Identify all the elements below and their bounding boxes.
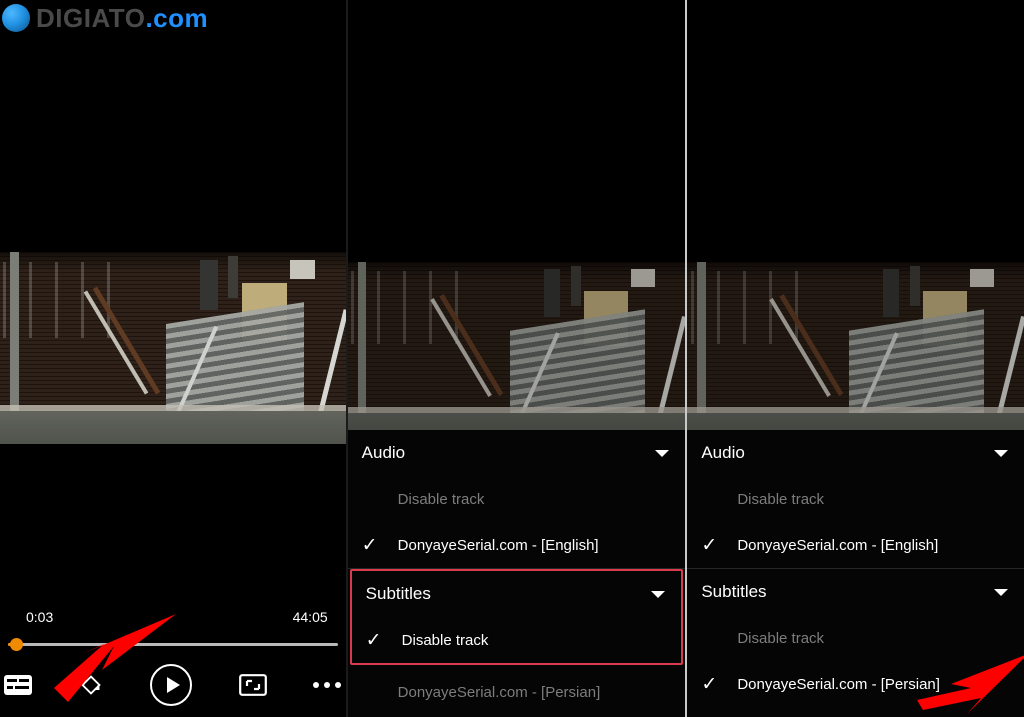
total-duration: 44:05 <box>292 609 328 625</box>
subtitle-option-disable[interactable]: ✓ Disable track <box>687 615 1024 661</box>
seek-bar[interactable] <box>8 638 338 651</box>
panel-player: DIGIATO.com 0:03 44:05 <box>0 0 346 717</box>
check-icon: ✓ <box>362 683 398 702</box>
globe-icon <box>2 4 30 32</box>
persian-subtitle-option[interactable]: ✓ DonyayeSerial.com - [Persian] <box>687 661 1024 707</box>
option-label: DonyayeSerial.com - [Persian] <box>397 683 601 701</box>
section-header-audio[interactable]: Audio <box>687 430 1024 476</box>
time-row: 0:03 44:05 <box>0 609 346 631</box>
option-label: DonyayeSerial.com - [Persian] <box>737 675 940 693</box>
watermark-text: DIGIATO.com <box>36 5 208 31</box>
option-label: Disable track <box>401 631 489 649</box>
control-button-row <box>0 659 346 711</box>
check-icon: ✓ <box>365 629 382 651</box>
current-time: 0:03 <box>26 609 54 625</box>
section-subtitles-highlight: Subtitles ✓ Disable track <box>349 569 684 665</box>
aspect-fit-button[interactable] <box>232 665 274 705</box>
section-audio: Audio ✓ Disable track ✓ DonyayeSerial.co… <box>348 430 686 568</box>
watermark-tld: .com <box>145 3 209 33</box>
more-dots-icon <box>313 682 342 688</box>
section-title: Subtitles <box>701 582 767 601</box>
section-header-subtitles[interactable]: Subtitles <box>352 571 682 617</box>
chevron-down-icon[interactable] <box>994 450 1009 457</box>
play-button[interactable] <box>150 664 193 706</box>
track-selection-menu-middle: Audio ✓ Disable track ✓ DonyayeSerial.co… <box>347 430 686 717</box>
scene-dim-2 <box>347 262 686 444</box>
player-controls: 0:03 44:05 <box>0 605 346 717</box>
option-label: DonyayeSerial.com - [English] <box>737 536 939 554</box>
option-label: Disable track <box>737 490 825 508</box>
fit-screen-icon <box>239 674 268 696</box>
check-icon: ✓ <box>701 629 737 648</box>
section-title: Audio <box>361 443 406 462</box>
check-icon: ✓ <box>361 534 378 556</box>
video-scene-3 <box>687 262 1024 444</box>
chevron-down-icon[interactable] <box>994 589 1009 596</box>
section-header-audio[interactable]: Audio <box>348 430 686 476</box>
scene-tint <box>0 252 346 444</box>
more-options-button[interactable] <box>309 665 346 705</box>
audio-option-disable[interactable]: ✓ Disable track <box>687 476 1024 522</box>
audio-option-english[interactable]: ✓ DonyayeSerial.com - [English] <box>348 522 686 568</box>
scene-dim-3 <box>687 262 1024 444</box>
check-icon: ✓ <box>701 534 718 556</box>
option-label: DonyayeSerial.com - [English] <box>397 536 599 554</box>
chevron-down-icon[interactable] <box>655 450 670 457</box>
subtitle-option-persian[interactable]: ✓ DonyayeSerial.com - [Persian] <box>348 669 686 715</box>
chevron-down-icon[interactable] <box>651 591 666 598</box>
audio-option-disable[interactable]: ✓ Disable track <box>348 476 686 522</box>
check-icon: ✓ <box>362 490 398 509</box>
screenshot-root: DIGIATO.com 0:03 44:05 Audio Disable tra… <box>0 0 1024 717</box>
section-subtitles-right: Subtitles ✓ Disable track ✓ DonyayeSeria… <box>687 569 1024 707</box>
orientation-lock[interactable] <box>70 665 112 705</box>
section-header-subtitles[interactable]: Subtitles <box>687 569 1024 615</box>
play-icon <box>150 664 193 706</box>
check-icon: ✓ <box>701 490 737 509</box>
video-scene <box>0 252 346 444</box>
seek-thumb[interactable] <box>10 638 23 651</box>
video-frame[interactable] <box>0 252 346 444</box>
audio-option-english[interactable]: ✓ DonyayeSerial.com - [English] <box>687 522 1024 568</box>
section-title: Audio <box>701 443 745 462</box>
rotate-icon <box>81 675 101 695</box>
panel-menu-subtitles-disabled: Audio ✓ Disable track ✓ DonyayeSerial.co… <box>347 0 686 717</box>
watermark-name: DIGIATO <box>36 3 146 33</box>
video-frame-2 <box>347 262 686 444</box>
subtitle-option-disable[interactable]: ✓ Disable track <box>352 617 682 663</box>
panel-menu-persian-selected: Audio ✓ Disable track ✓ DonyayeSerial.co… <box>687 0 1024 717</box>
subtitle-toggle[interactable] <box>2 665 34 705</box>
closed-caption-icon <box>3 675 32 695</box>
check-icon: ✓ <box>701 673 718 695</box>
track-selection-menu-right: Audio ✓ Disable track ✓ DonyayeSerial.co… <box>687 430 1024 717</box>
section-title: Subtitles <box>365 584 431 603</box>
watermark-digiato: DIGIATO.com <box>0 0 208 34</box>
video-scene-2 <box>347 262 686 444</box>
option-label: Disable track <box>397 490 485 508</box>
option-label: Disable track <box>737 629 825 647</box>
video-frame-3 <box>687 262 1024 444</box>
section-audio-right: Audio ✓ Disable track ✓ DonyayeSerial.co… <box>687 430 1024 568</box>
